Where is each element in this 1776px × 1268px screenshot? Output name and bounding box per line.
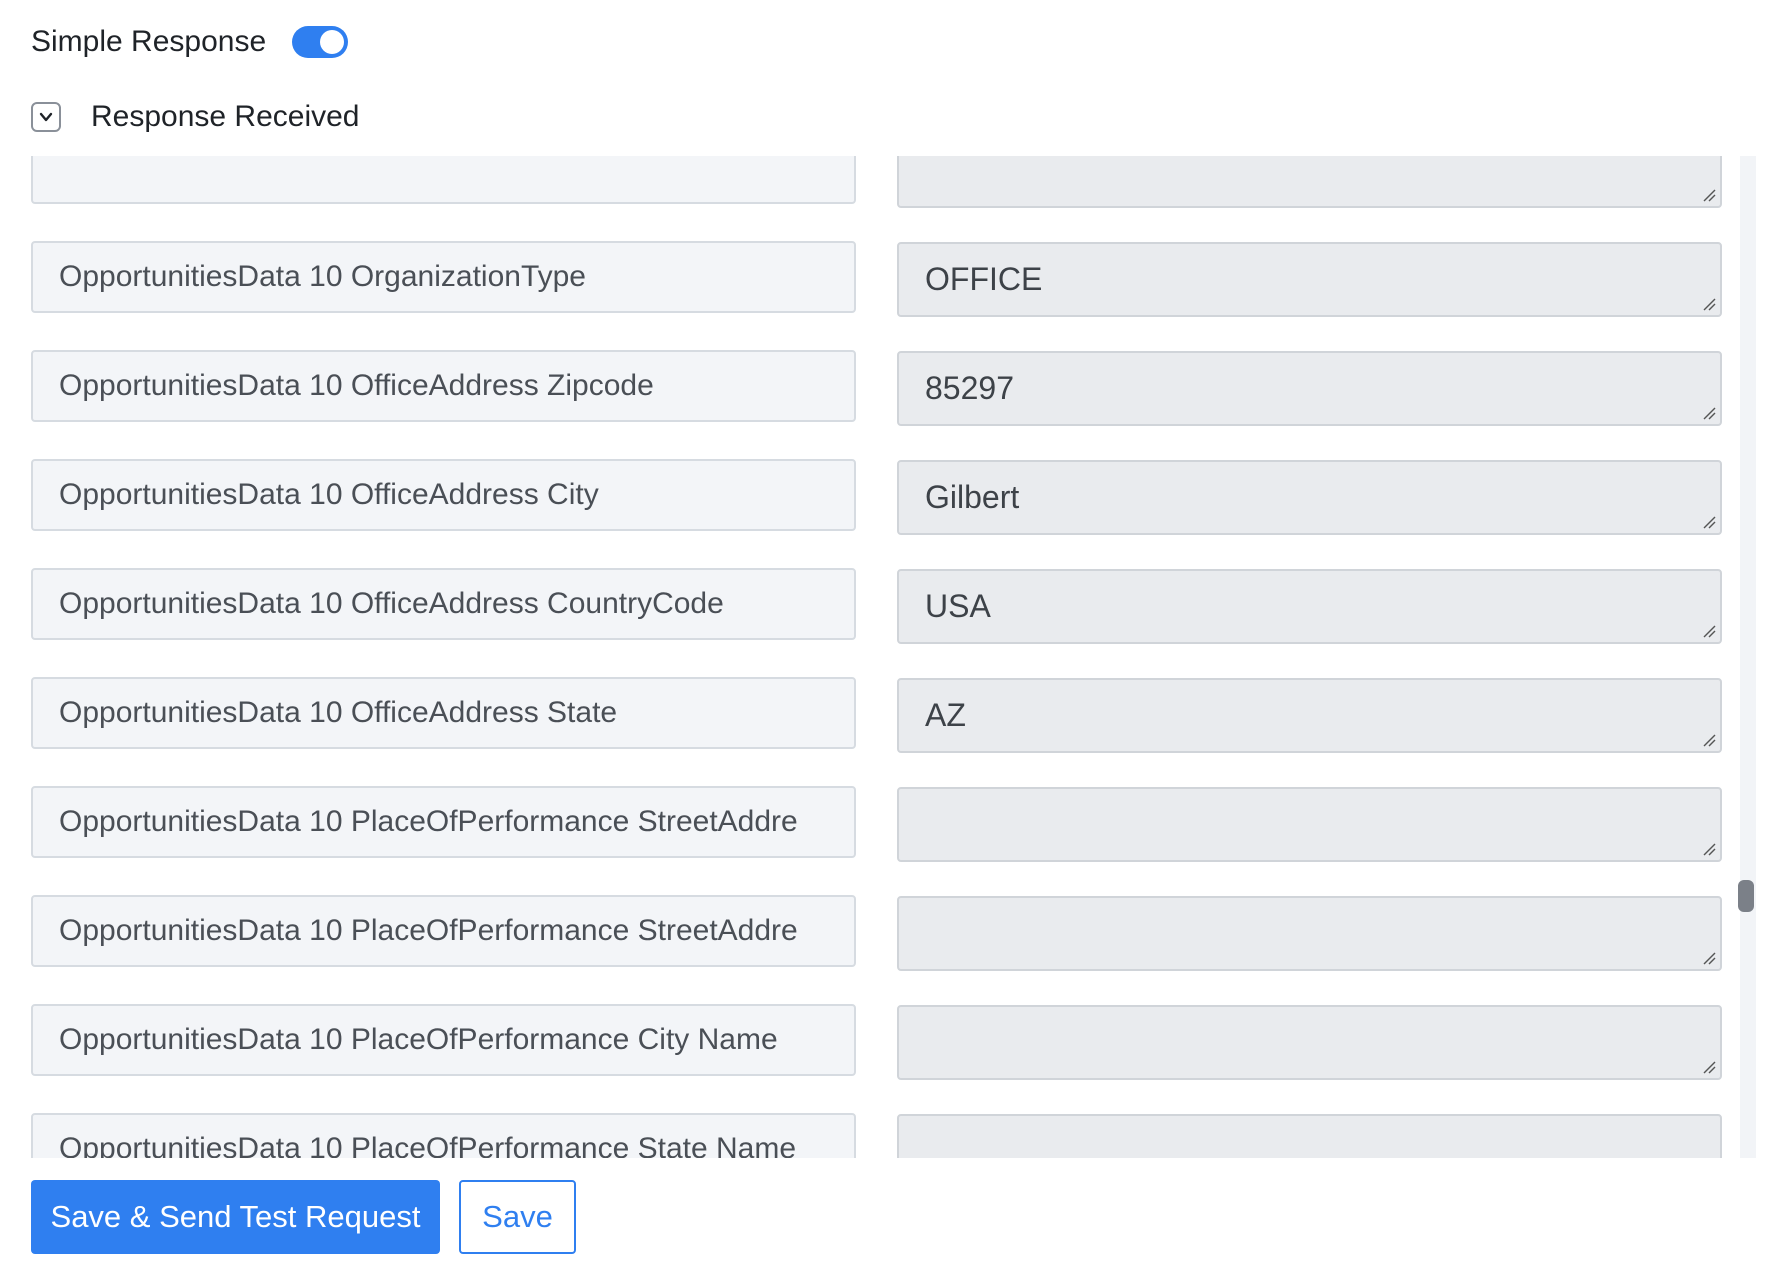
field-value-textarea[interactable]: USA: [897, 569, 1722, 644]
field-name-input[interactable]: [31, 156, 856, 204]
field-value-text: Gilbert: [925, 479, 1020, 515]
resize-grip-icon[interactable]: [1702, 951, 1716, 965]
response-received-label: Response Received: [91, 100, 360, 133]
response-panel: Simple Response Response Received Opport…: [0, 0, 1776, 1268]
response-received-row: Response Received: [31, 96, 360, 138]
resize-grip-icon[interactable]: [1702, 733, 1716, 747]
simple-response-toggle[interactable]: [292, 26, 349, 58]
resize-grip-icon[interactable]: [1702, 188, 1716, 202]
resize-grip-icon[interactable]: [1702, 406, 1716, 420]
field-name-input[interactable]: OpportunitiesData 10 PlaceOfPerformance …: [31, 1113, 856, 1158]
field-value-textarea[interactable]: 85297: [897, 351, 1722, 426]
chevron-down-icon: [39, 112, 53, 122]
field-value-text: 85297: [925, 370, 1014, 406]
resize-grip-icon[interactable]: [1702, 1060, 1716, 1074]
resize-grip-icon[interactable]: [1702, 515, 1716, 529]
field-value-textarea[interactable]: [897, 896, 1722, 971]
scrollbar-thumb[interactable]: [1738, 880, 1754, 912]
field-value-textarea[interactable]: [897, 156, 1722, 208]
field-name-input[interactable]: OpportunitiesData 10 PlaceOfPerformance …: [31, 895, 856, 967]
collapse-toggle-button[interactable]: [31, 102, 61, 132]
field-value-textarea[interactable]: [897, 1114, 1722, 1158]
field-value-textarea[interactable]: [897, 1005, 1722, 1080]
field-name-input[interactable]: OpportunitiesData 10 OfficeAddress State: [31, 677, 856, 749]
resize-grip-icon[interactable]: [1702, 624, 1716, 638]
field-value-text: USA: [925, 588, 991, 624]
save-and-send-test-request-button[interactable]: Save & Send Test Request: [31, 1180, 440, 1254]
simple-response-label: Simple Response: [31, 25, 267, 58]
response-fields-scroll-area[interactable]: OpportunitiesData 10 OrganizationType OFF…: [0, 156, 1776, 1158]
field-value-textarea[interactable]: Gilbert: [897, 460, 1722, 535]
field-value-textarea[interactable]: AZ: [897, 678, 1722, 753]
field-name-input[interactable]: OpportunitiesData 10 OrganizationType: [31, 241, 856, 313]
field-value-text: AZ: [925, 697, 966, 733]
save-button[interactable]: Save: [459, 1180, 576, 1254]
toggle-knob: [320, 30, 345, 54]
field-name-input[interactable]: OpportunitiesData 10 PlaceOfPerformance …: [31, 1004, 856, 1076]
field-value-text: OFFICE: [925, 261, 1043, 297]
field-value-textarea[interactable]: OFFICE: [897, 242, 1722, 317]
resize-grip-icon[interactable]: [1702, 842, 1716, 856]
field-name-input[interactable]: OpportunitiesData 10 PlaceOfPerformance …: [31, 786, 856, 858]
scrollbar-track[interactable]: [1740, 156, 1756, 1158]
field-name-input[interactable]: OpportunitiesData 10 OfficeAddress City: [31, 459, 856, 531]
field-name-input[interactable]: OpportunitiesData 10 OfficeAddress Count…: [31, 568, 856, 640]
field-name-input[interactable]: OpportunitiesData 10 OfficeAddress Zipco…: [31, 350, 856, 422]
resize-grip-icon[interactable]: [1702, 297, 1716, 311]
field-value-textarea[interactable]: [897, 787, 1722, 862]
simple-response-row: Simple Response: [31, 18, 349, 66]
